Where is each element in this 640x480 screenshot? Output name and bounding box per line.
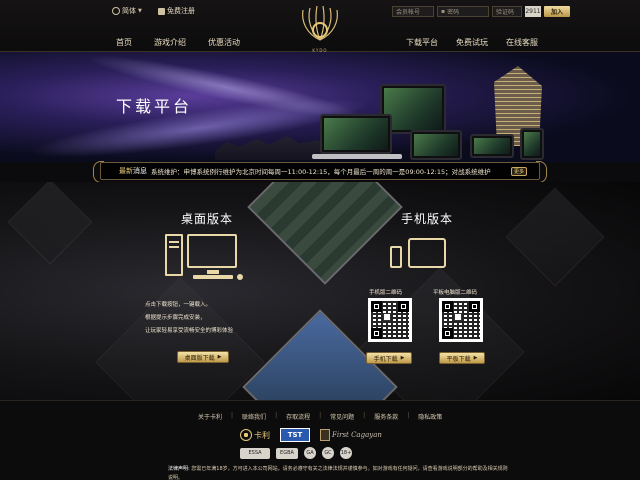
disclaimer-label: 法律声明: — [168, 466, 190, 472]
nav-customer-service[interactable]: 在线客服 — [506, 37, 538, 48]
laptop-image — [320, 114, 392, 154]
password-input[interactable]: ▪ 密码 — [437, 6, 489, 17]
news-ticker: 最新消息 系统维护：申博系统例行维护为北京时间每周一11:00-12:15，每个… — [93, 161, 547, 183]
login-bar: 会员帐号 ▪ 密码 验证码 2911 加入 — [392, 6, 570, 17]
nav-games[interactable]: 游戏介绍 — [154, 37, 186, 48]
divider: | — [407, 412, 410, 419]
desktop-download-label: 桌面版下载 — [184, 354, 215, 362]
phone-landscape-image — [470, 134, 514, 158]
desktop-version-panel: 桌面版本 点击下载按钮，一键载入。 根据提示步骤完成安装， 让玩家轻易享受流畅安… — [135, 182, 275, 382]
first-cagayan-text: First Cagayan — [332, 431, 382, 439]
footer-link-deposit[interactable]: 存取流程 — [286, 412, 310, 421]
phone-image — [520, 128, 544, 160]
username-input[interactable]: 会员帐号 — [392, 6, 434, 17]
desktop-version-title: 桌面版本 — [181, 212, 234, 226]
phone-download-button[interactable]: 手机下载 ▶ — [366, 352, 412, 364]
password-placeholder: 密码 — [447, 9, 460, 16]
kali-logo: 卡利 — [240, 429, 270, 441]
phone-download-label: 手机下载 — [373, 355, 398, 363]
captcha-image[interactable]: 2911 — [525, 6, 541, 17]
decorative-tile — [505, 187, 605, 287]
arrow-right-icon: ▶ — [217, 354, 222, 360]
register-icon — [158, 7, 165, 15]
join-button[interactable]: 加入 — [544, 6, 570, 17]
logo-crest-icon — [302, 5, 338, 41]
captcha-placeholder: 验证码 — [496, 9, 515, 16]
footer-link-terms[interactable]: 服务条款 — [374, 412, 398, 421]
devices-image — [300, 72, 560, 162]
desktop-computer-icon — [165, 232, 255, 282]
nav-right: 下载平台 免费试玩 在线客服 — [406, 37, 538, 48]
page-title: 下载平台 — [116, 97, 193, 116]
divider: | — [275, 412, 278, 419]
tablet-download-button[interactable]: 平板下载 ▶ — [439, 352, 485, 364]
free-register-label: 免费注册 — [167, 7, 195, 15]
certification-badges: ESSA EGBA GA GC 18+ — [240, 447, 352, 459]
gc-badge: GC — [322, 447, 334, 459]
join-label: 加入 — [550, 9, 563, 16]
globe-icon — [112, 7, 120, 15]
smartphone-icon — [390, 246, 402, 268]
desktop-description: 点击下载按钮，一键载入。 根据提示步骤完成安装， 让玩家轻易享受流畅安全的博彩体… — [145, 299, 305, 338]
first-cagayan-logo: First Cagayan — [320, 429, 382, 441]
news-label-suffix: 消息 — [133, 167, 147, 175]
chevron-down-icon: ▼ — [138, 8, 142, 14]
nav-promotions[interactable]: 优惠活动 — [208, 37, 240, 48]
kali-logo-text: 卡利 — [254, 430, 270, 440]
legal-disclaimer: 法律声明: 您需已年满18岁，方可进入本公司网站，请务必遵守有关之法律法规并谨慎… — [168, 465, 508, 480]
footer-link-faq[interactable]: 常见问题 — [330, 412, 354, 421]
tablet-download-label: 平板下载 — [446, 355, 471, 363]
language-selector[interactable]: 简体 ▼ — [112, 6, 142, 16]
download-banner: 下载平台 — [0, 52, 640, 162]
divider: | — [319, 412, 322, 419]
desc-line: 点击下载按钮，一键载入。 — [145, 302, 212, 308]
desc-line: 让玩家轻易享受流畅安全的博彩体验 — [145, 328, 234, 334]
footer-link-about[interactable]: 关于卡利 — [198, 412, 222, 421]
more-button[interactable]: 更多 — [511, 167, 527, 176]
tablet-icon — [408, 238, 446, 268]
desc-line: 根据提示步骤完成安装， — [145, 315, 206, 321]
nav-download[interactable]: 下载平台 — [406, 37, 438, 48]
phone-qr-code — [368, 298, 412, 342]
tablet-landscape-image — [410, 130, 462, 160]
mobile-version-title: 手机版本 — [401, 212, 454, 226]
kali-crest-icon — [240, 429, 252, 441]
arrow-right-icon: ▶ — [473, 355, 478, 361]
download-section: 桌面版本 点击下载按钮，一键载入。 根据提示步骤完成安装， 让玩家轻易享受流畅安… — [0, 182, 640, 400]
news-label-prefix: 最新 — [119, 167, 133, 175]
ga-badge: GA — [304, 447, 316, 459]
divider: | — [363, 412, 366, 419]
lock-icon: ▪ — [441, 8, 446, 15]
free-register-link[interactable]: 免费注册 — [158, 6, 195, 16]
username-placeholder: 会员帐号 — [396, 9, 421, 16]
captcha-input[interactable]: 验证码 — [492, 6, 522, 17]
first-cagayan-crest-icon — [320, 429, 330, 441]
tablet-qr-code — [439, 298, 483, 342]
age-18-badge: 18+ — [340, 447, 352, 459]
footer-links: 关于卡利 | 联络我们 | 存取流程 | 常见问题 | 服务条款 | 隐私政策 — [198, 412, 442, 421]
desktop-download-button[interactable]: 桌面版下载 ▶ — [177, 351, 229, 363]
egba-badge: EGBA — [276, 447, 298, 459]
arrow-right-icon: ▶ — [400, 355, 405, 361]
disclaimer-text: 您需已年满18岁，方可进入本公司网站，请务必遵守有关之法律法规并谨慎参与。如对游… — [168, 466, 508, 480]
nav-left: 首页 游戏介绍 优惠活动 — [116, 37, 240, 48]
more-label: 更多 — [513, 169, 524, 175]
tst-logo: TST — [280, 428, 310, 442]
nav-home[interactable]: 首页 — [116, 37, 132, 48]
tablet-qr-label: 平板电脑版二维码 — [433, 290, 478, 296]
essa-badge: ESSA — [240, 447, 270, 459]
footer-link-contact[interactable]: 联络我们 — [242, 412, 266, 421]
site-footer: 关于卡利 | 联络我们 | 存取流程 | 常见问题 | 服务条款 | 隐私政策 … — [0, 400, 640, 480]
nav-free-trial[interactable]: 免费试玩 — [456, 37, 488, 48]
divider: | — [231, 412, 234, 419]
mobile-version-panel: 手机版本 手机版二维码 平板电脑版二维码 手机下载 ▶ 平板下载 ▶ — [366, 182, 498, 382]
language-label: 简体 — [122, 7, 136, 15]
news-text: 系统维护：申博系统例行维护为北京时间每周一11:00-12:15，每个月最后一周… — [151, 168, 491, 176]
footer-link-privacy[interactable]: 隐私政策 — [418, 412, 442, 421]
decorative-tile — [7, 182, 93, 265]
news-label: 最新消息 — [101, 166, 147, 176]
top-header: 简体 ▼ 免费注册 会员帐号 ▪ 密码 验证码 2911 加入 首页 游戏介绍 … — [0, 0, 640, 70]
partner-logos: 卡利 TST First Cagayan — [240, 428, 382, 442]
phone-qr-label: 手机版二维码 — [369, 290, 403, 296]
